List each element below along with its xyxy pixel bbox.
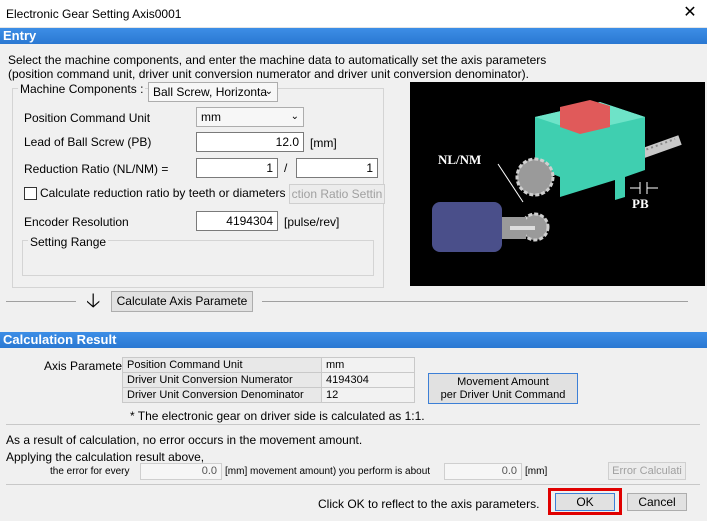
- divider-right: [262, 301, 688, 302]
- error-every-input[interactable]: 0.0: [140, 463, 222, 480]
- axis-parameters-label: Axis Parameters: [44, 359, 133, 373]
- reduction-nl-input[interactable]: 1: [196, 158, 278, 178]
- encoder-unit: [pulse/rev]: [284, 215, 340, 229]
- lead-label: Lead of Ball Screw (PB): [24, 135, 152, 149]
- movement-amount-line2: per Driver Unit Command: [440, 389, 566, 401]
- result-row-name: Driver Unit Conversion Denominator: [122, 387, 322, 403]
- machine-diagram: NL/NM PB: [410, 82, 705, 286]
- upper-gear: [515, 157, 555, 197]
- ball-screw-diagram-image: [432, 100, 682, 252]
- footer-hint: Click OK to reflect to the axis paramete…: [318, 497, 540, 511]
- encoder-resolution-label: Encoder Resolution: [24, 215, 129, 229]
- divider-result: [6, 424, 700, 425]
- error-mid-text: [mm] movement amount) you perform is abo…: [225, 466, 431, 477]
- error-unit: [mm]: [525, 466, 548, 477]
- result-row-value: 12: [321, 387, 415, 403]
- ok-button[interactable]: OK: [555, 493, 615, 511]
- result-row-name: Position Command Unit: [122, 357, 322, 373]
- result-row-name: Driver Unit Conversion Numerator: [122, 372, 322, 388]
- calc-by-teeth-label: Calculate reduction ratio by teeth or di…: [40, 186, 286, 200]
- reduction-separator: /: [284, 161, 288, 175]
- applying-text: Applying the calculation result above,: [6, 450, 205, 464]
- close-icon[interactable]: ✕: [680, 3, 700, 23]
- entry-section-header: Entry: [0, 28, 707, 44]
- title-bar: Electronic Gear Setting Axis0001 ✕: [0, 0, 707, 28]
- lead-unit: [mm]: [310, 136, 337, 150]
- reduction-ratio-label: Reduction Ratio (NL/NM) =: [24, 162, 169, 176]
- window-title: Electronic Gear Setting Axis0001: [6, 7, 182, 21]
- error-every-label: the error for every: [50, 466, 130, 477]
- reduction-nm-input[interactable]: 1: [296, 158, 378, 178]
- divider-footer: [6, 484, 700, 485]
- position-command-unit-value: mm: [201, 110, 221, 124]
- motor-body: [432, 202, 502, 252]
- divider-left: [6, 301, 76, 302]
- machine-components-label: Machine Components :: [18, 82, 146, 96]
- movement-amount-line1: Movement Amount: [457, 376, 549, 388]
- calculate-axis-parameters-button[interactable]: Calculate Axis Paramete: [111, 291, 253, 312]
- cancel-button[interactable]: Cancel: [627, 493, 687, 511]
- encoder-resolution-input[interactable]: 4194304: [196, 211, 278, 231]
- position-command-unit-dropdown[interactable]: mm ⌄: [196, 107, 304, 127]
- chevron-down-icon: ⌄: [290, 111, 299, 122]
- diagram-label-pb: PB: [632, 196, 649, 211]
- lead-input[interactable]: 12.0: [196, 132, 304, 152]
- electronic-gear-note: * The electronic gear on driver side is …: [130, 409, 425, 423]
- calculation-result-header: Calculation Result: [0, 332, 707, 348]
- reduction-ratio-setting-button[interactable]: ction Ratio Settin: [289, 184, 385, 204]
- machine-components-dropdown[interactable]: Ball Screw, Horizonta ⌄: [148, 82, 278, 102]
- result-row-value: 4194304: [321, 372, 415, 388]
- down-arrow-icon: 🡣: [86, 290, 101, 312]
- machine-components-value: Ball Screw, Horizonta: [153, 85, 268, 99]
- error-about-value: 0.0: [444, 463, 522, 480]
- no-error-text: As a result of calculation, no error occ…: [6, 433, 363, 447]
- diagram-label-nl-nm: NL/NM: [438, 152, 482, 167]
- result-row-value: mm: [321, 357, 415, 373]
- intro-text-line1: Select the machine components, and enter…: [8, 53, 547, 67]
- position-command-unit-label: Position Command Unit: [24, 111, 151, 125]
- chevron-down-icon: ⌄: [264, 86, 273, 97]
- intro-text-line2: (position command unit, driver unit conv…: [8, 67, 529, 81]
- error-calculation-button[interactable]: Error Calculati: [608, 462, 686, 480]
- calc-by-teeth-checkbox[interactable]: [24, 187, 37, 200]
- movement-amount-button[interactable]: Movement Amount per Driver Unit Command: [428, 373, 578, 404]
- setting-range-label: Setting Range: [28, 235, 109, 249]
